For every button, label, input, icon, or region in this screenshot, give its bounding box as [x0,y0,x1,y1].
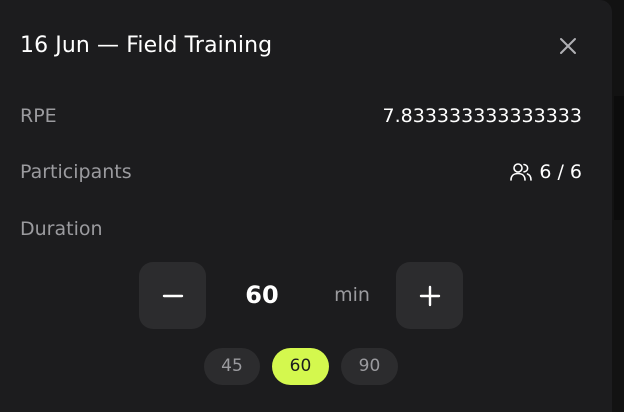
preset-90-button[interactable]: 90 [341,348,398,385]
rpe-value-text: 7.833333333333333 [382,105,582,127]
minus-icon [162,294,183,297]
increment-button[interactable] [396,262,463,329]
plus-icon [419,285,440,306]
preset-45-button[interactable]: 45 [204,348,260,385]
close-icon [560,38,576,54]
users-icon [510,163,533,181]
rpe-label: RPE [20,105,57,127]
session-modal: 16 Jun — Field Training RPE 7.8333333333… [0,0,612,412]
participants-label: Participants [20,161,132,183]
duration-unit: min [334,284,370,306]
duration-value: 60 [245,281,279,309]
preset-60-button[interactable]: 60 [272,348,329,385]
decrement-button[interactable] [139,262,206,329]
backdrop-strip [614,96,624,220]
duration-label: Duration [20,218,103,240]
rpe-value: 7.833333333333333 [383,103,582,129]
close-button[interactable] [552,30,584,62]
participants-value: 6 / 6 [509,159,582,185]
participants-count: 6 / 6 [539,161,582,183]
modal-title: 16 Jun — Field Training [20,33,273,58]
